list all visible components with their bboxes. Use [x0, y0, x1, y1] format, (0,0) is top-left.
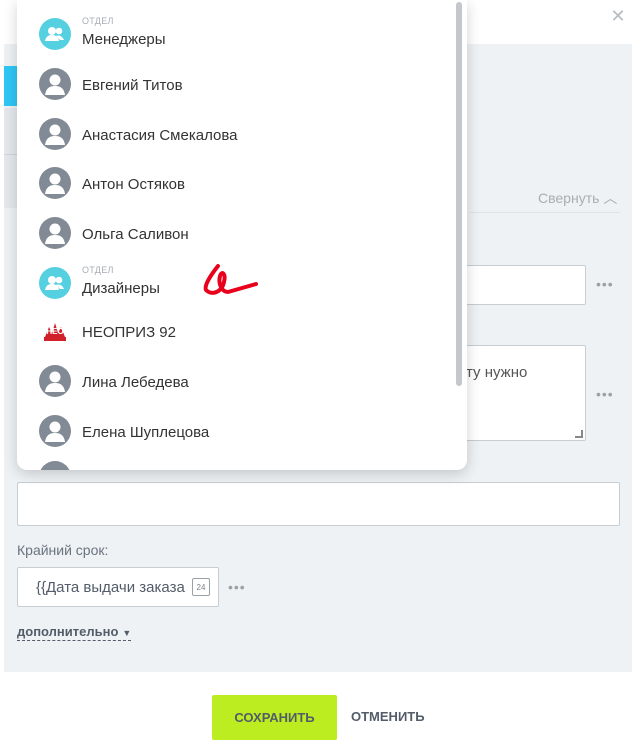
item-kind-label: ОТДЕЛ	[82, 16, 114, 26]
list-item[interactable]: Лина Лебедева	[39, 363, 449, 403]
user-avatar-icon	[39, 217, 71, 249]
section-divider	[470, 212, 620, 213]
svg-text:НЕО: НЕО	[46, 327, 63, 336]
cancel-button[interactable]: ОТМЕНИТЬ	[351, 709, 425, 724]
item-name: Лина Лебедева	[82, 374, 189, 391]
deadline-label: Крайний срок:	[17, 542, 109, 558]
department-icon	[39, 267, 71, 299]
collapse-label: Свернуть	[538, 190, 600, 206]
list-item[interactable]: Антон Остяков	[39, 165, 449, 205]
avatar	[39, 461, 71, 470]
additional-toggle[interactable]: дополнительно ▼	[17, 624, 132, 641]
calendar-day: 24	[196, 583, 206, 592]
user-avatar-icon	[39, 415, 71, 447]
save-button[interactable]: СОХРАНИТЬ	[212, 695, 337, 740]
item-name: НЕОПРИЗ 92	[82, 324, 176, 341]
user-selector-popup: ОТДЕЛ Менеджеры Евгений Титов Анастасия Сме…	[17, 0, 467, 470]
list-item[interactable]: Анастасия Смекалова	[39, 116, 449, 156]
list-item[interactable]: Ольга Саливон	[39, 215, 449, 255]
company-logo-icon: НЕО	[41, 317, 69, 345]
item-name: Евгений Титов	[82, 77, 183, 94]
list-item[interactable]: НЕО НЕОПРИЗ 92	[39, 313, 449, 353]
item-name: Менеджеры	[82, 31, 166, 48]
user-avatar-icon	[39, 118, 71, 150]
deadline-value: {{Дата выдачи заказа	[36, 579, 185, 596]
item-name: Ольга Саливон	[82, 226, 189, 243]
deadline-input[interactable]: {{Дата выдачи заказа 24	[17, 567, 219, 607]
item-kind-label: ОТДЕЛ	[82, 265, 114, 275]
caret-down-icon: ▼	[122, 628, 132, 638]
chevron-up-icon: ︿	[603, 190, 618, 206]
red-arrow-annotation	[203, 264, 258, 295]
item-name: Дизайнеры	[82, 280, 160, 297]
list-item[interactable]: Елена Шуплецова	[39, 413, 449, 453]
additional-label: дополнительно	[17, 624, 119, 639]
scrollbar[interactable]	[456, 2, 462, 386]
textarea-text: ту нужно	[466, 364, 528, 381]
resize-handle-icon[interactable]	[575, 430, 583, 438]
calendar-icon[interactable]: 24	[192, 578, 210, 596]
more-options-icon[interactable]: •••	[596, 386, 614, 402]
collapse-link[interactable]: Свернуть ︿	[538, 188, 617, 208]
item-name: Елена Шуплецова	[82, 424, 210, 441]
user-avatar-icon	[39, 365, 71, 397]
department-icon	[39, 18, 71, 50]
list-item[interactable]: Евгений Титов	[39, 66, 449, 106]
close-icon[interactable]: ✕	[608, 6, 628, 26]
user-avatar-icon	[39, 167, 71, 199]
text-field[interactable]	[17, 482, 620, 526]
user-avatar-icon	[39, 68, 71, 100]
more-options-icon[interactable]: •••	[596, 276, 614, 292]
item-name: Антон Остяков	[82, 176, 185, 193]
list-item[interactable]: ОТДЕЛ Менеджеры	[39, 16, 449, 56]
item-name: Анастасия Смекалова	[82, 127, 238, 144]
more-options-icon[interactable]: •••	[228, 579, 246, 595]
